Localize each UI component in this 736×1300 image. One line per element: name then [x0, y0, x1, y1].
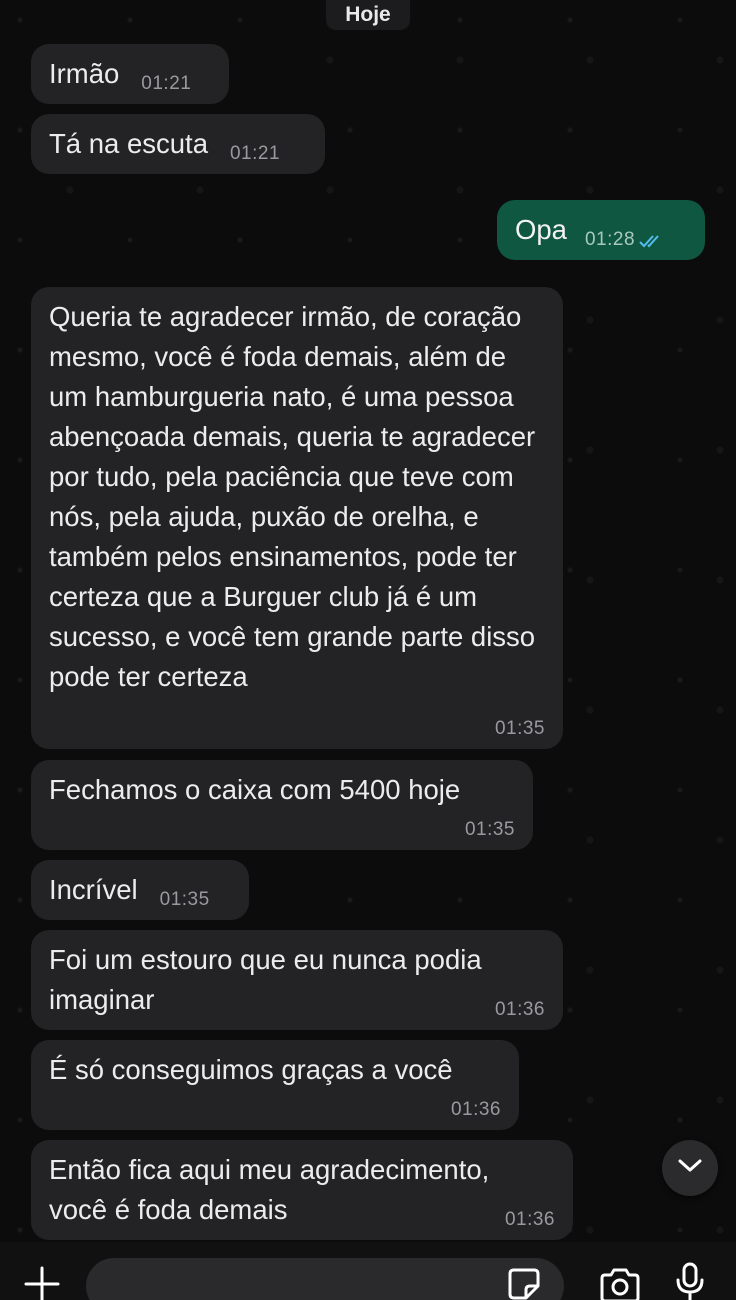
- microphone-button[interactable]: [674, 1262, 706, 1300]
- message-time: 01:36: [450, 1099, 501, 1120]
- sticker-button[interactable]: [506, 1266, 542, 1300]
- message-text: Queria te agradecer irmão, de coração me…: [49, 301, 543, 692]
- chevron-down-icon: [677, 1158, 703, 1179]
- chat-view[interactable]: Hoje Irmão 01:21 Tá na escuta 01:21 Opa 01:…: [0, 0, 736, 1300]
- sticker-icon: [506, 1268, 542, 1300]
- composer-bar: [0, 1242, 736, 1300]
- message-time: 01:21: [141, 73, 192, 94]
- message-bubble-incoming[interactable]: Incrível 01:35: [31, 860, 249, 920]
- message-bubble-incoming[interactable]: É só conseguimos graças a você 01:36: [31, 1040, 519, 1130]
- microphone-icon: [674, 1262, 706, 1300]
- message-text: Fechamos o caixa com 5400 hoje: [49, 774, 461, 805]
- message-text: Irmão: [49, 58, 120, 89]
- message-time: 01:28: [584, 229, 636, 250]
- message-bubble-incoming[interactable]: Foi um estouro que eu nunca podia imagin…: [31, 930, 563, 1030]
- scroll-to-bottom-button[interactable]: [662, 1140, 718, 1196]
- message-text: Foi um estouro que eu nunca podia imagin…: [49, 944, 490, 1015]
- message-text: Incrível: [49, 874, 138, 905]
- message-bubble-incoming[interactable]: Irmão 01:21: [31, 44, 229, 104]
- camera-icon: [598, 1268, 642, 1300]
- message-bubble-incoming[interactable]: Queria te agradecer irmão, de coração me…: [31, 287, 563, 749]
- message-time: 01:35: [494, 718, 545, 739]
- message-text: Então fica aqui meu agradecimento, você …: [49, 1154, 497, 1225]
- message-meta: 01:28: [585, 230, 665, 254]
- plus-icon: [22, 1266, 62, 1300]
- message-time: 01:35: [159, 889, 210, 910]
- message-time: 01:21: [229, 143, 281, 164]
- date-separator: Hoje: [326, 0, 410, 30]
- attach-button[interactable]: [22, 1264, 62, 1300]
- double-check-icon: [639, 233, 665, 254]
- message-time: 01:36: [494, 999, 545, 1020]
- message-time: 01:35: [464, 819, 515, 840]
- message-time: 01:36: [504, 1209, 555, 1230]
- message-bubble-incoming[interactable]: Fechamos o caixa com 5400 hoje 01:35: [31, 760, 533, 850]
- message-text: É só conseguimos graças a você: [49, 1054, 453, 1085]
- message-bubble-incoming[interactable]: Tá na escuta 01:21: [31, 114, 325, 174]
- message-input[interactable]: [86, 1258, 564, 1300]
- message-bubble-outgoing[interactable]: Opa 01:28: [497, 200, 705, 260]
- message-text: Opa: [515, 214, 567, 245]
- camera-button[interactable]: [598, 1268, 642, 1300]
- message-bubble-incoming[interactable]: Então fica aqui meu agradecimento, você …: [31, 1140, 573, 1240]
- message-text: Tá na escuta: [49, 128, 208, 159]
